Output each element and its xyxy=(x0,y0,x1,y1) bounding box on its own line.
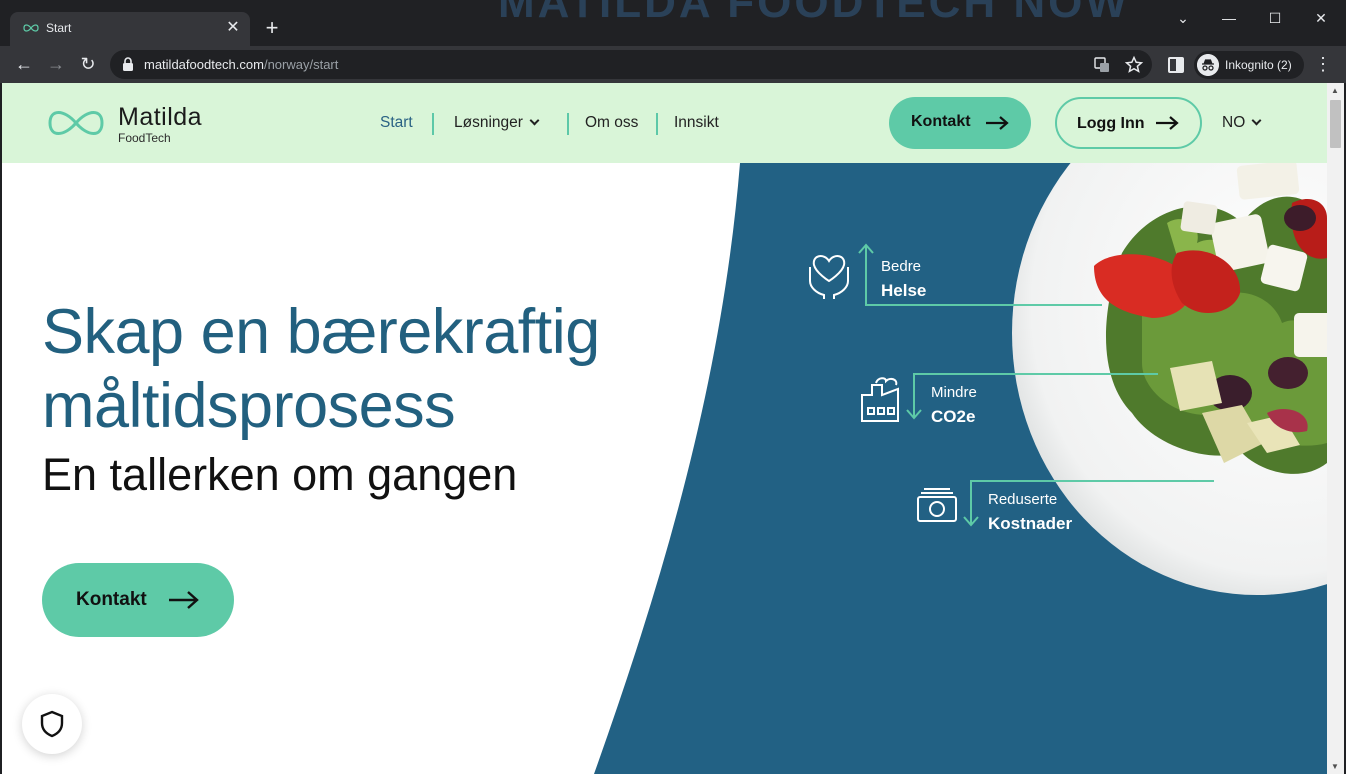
minimize-button[interactable]: — xyxy=(1217,8,1241,28)
tab-title: Start xyxy=(46,21,72,35)
matilda-favicon-icon xyxy=(23,24,39,32)
chevron-down-icon xyxy=(1251,115,1262,126)
language-label: NO xyxy=(1222,114,1246,131)
contact-button-label: Kontakt xyxy=(911,113,971,130)
feature-health-line1: Bedre xyxy=(881,258,922,275)
nav-innsikt[interactable]: Innsikt xyxy=(674,114,719,132)
incognito-button[interactable]: Inkognito (2) xyxy=(1194,51,1304,79)
nav-om-oss[interactable]: Om oss xyxy=(585,114,638,132)
scroll-down-arrow-icon[interactable]: ▼ xyxy=(1331,762,1339,771)
forward-button[interactable]: → xyxy=(44,52,68,76)
nav-divider xyxy=(656,113,658,135)
chevron-down-icon xyxy=(529,115,540,126)
nav-start[interactable]: Start xyxy=(380,114,413,132)
contact-button-hero[interactable]: Kontakt xyxy=(42,563,234,637)
tab-close-icon[interactable]: ✕ xyxy=(224,19,242,37)
reload-button[interactable]: ↻ xyxy=(76,52,100,76)
url-text: matildafoodtech.com/norway/start xyxy=(144,57,338,72)
arrow-right-icon xyxy=(1156,116,1179,130)
logo-name[interactable]: Matilda xyxy=(118,103,202,132)
web-page: Matilda FoodTech Start Løsninger Om oss … xyxy=(2,83,1327,774)
address-bar[interactable]: matildafoodtech.com/norway/start xyxy=(110,50,1152,79)
arrow-right-icon xyxy=(986,116,1009,130)
nav-losninger[interactable]: Løsninger xyxy=(454,114,540,132)
side-panel-icon[interactable] xyxy=(1165,54,1187,76)
feature-co2-line1: Mindre xyxy=(931,384,977,401)
feature-health-line2: Helse xyxy=(881,281,927,300)
feature-co2-line2: CO2e xyxy=(931,407,976,426)
feature-costs-line2: Kostnader xyxy=(988,514,1073,533)
new-tab-button[interactable]: + xyxy=(262,17,282,39)
language-selector[interactable]: NO xyxy=(1222,114,1262,132)
maximize-button[interactable]: ☐ xyxy=(1263,8,1287,28)
nav-divider xyxy=(432,113,434,135)
browser-tab[interactable]: Start ✕ xyxy=(10,12,250,46)
login-button[interactable]: Logg Inn xyxy=(1055,97,1202,149)
nav-losninger-label: Løsninger xyxy=(454,114,523,131)
scroll-up-arrow-icon[interactable]: ▲ xyxy=(1331,86,1339,95)
close-window-button[interactable]: ✕ xyxy=(1309,8,1333,28)
hero-title: Skap en bærekraftig måltidsprosess xyxy=(42,297,600,441)
contact-button-header[interactable]: Kontakt xyxy=(889,97,1031,149)
privacy-settings-button[interactable] xyxy=(22,694,82,754)
scroll-thumb[interactable] xyxy=(1330,100,1341,148)
login-button-label: Logg Inn xyxy=(1077,115,1145,132)
browser-menu-icon[interactable]: ⋮ xyxy=(1313,54,1333,76)
tab-search-icon[interactable]: ⌄ xyxy=(1171,8,1195,28)
bookmark-star-icon[interactable] xyxy=(1124,55,1144,75)
hero-subtitle: En tallerken om gangen xyxy=(42,449,518,500)
browser-toolbar: ← → ↻ matildafoodtech.com/norway/start I… xyxy=(0,46,1346,83)
browser-titlebar: MATILDA FOODTECH NOW Start ✕ + ⌄ — ☐ ✕ xyxy=(0,0,1346,46)
matilda-logo-icon[interactable] xyxy=(44,101,108,145)
site-header: Matilda FoodTech Start Løsninger Om oss … xyxy=(2,83,1327,163)
contact-button-label: Kontakt xyxy=(76,589,147,610)
lock-icon xyxy=(123,57,133,71)
incognito-icon xyxy=(1197,54,1219,76)
page-scrollbar[interactable]: ▲ ▼ xyxy=(1327,83,1344,774)
arrow-right-icon xyxy=(169,591,199,609)
translate-icon[interactable] xyxy=(1092,55,1112,75)
incognito-label: Inkognito (2) xyxy=(1225,58,1292,72)
logo-subtitle: FoodTech xyxy=(118,131,171,145)
back-button[interactable]: ← xyxy=(12,52,36,76)
nav-divider xyxy=(567,113,569,135)
url-path: /norway/start xyxy=(263,57,339,72)
background-page-title: MATILDA FOODTECH NOW xyxy=(498,0,1130,27)
feature-costs-line1: Reduserte xyxy=(988,491,1058,508)
shield-icon xyxy=(40,710,64,738)
url-domain: matildafoodtech.com xyxy=(144,57,264,72)
